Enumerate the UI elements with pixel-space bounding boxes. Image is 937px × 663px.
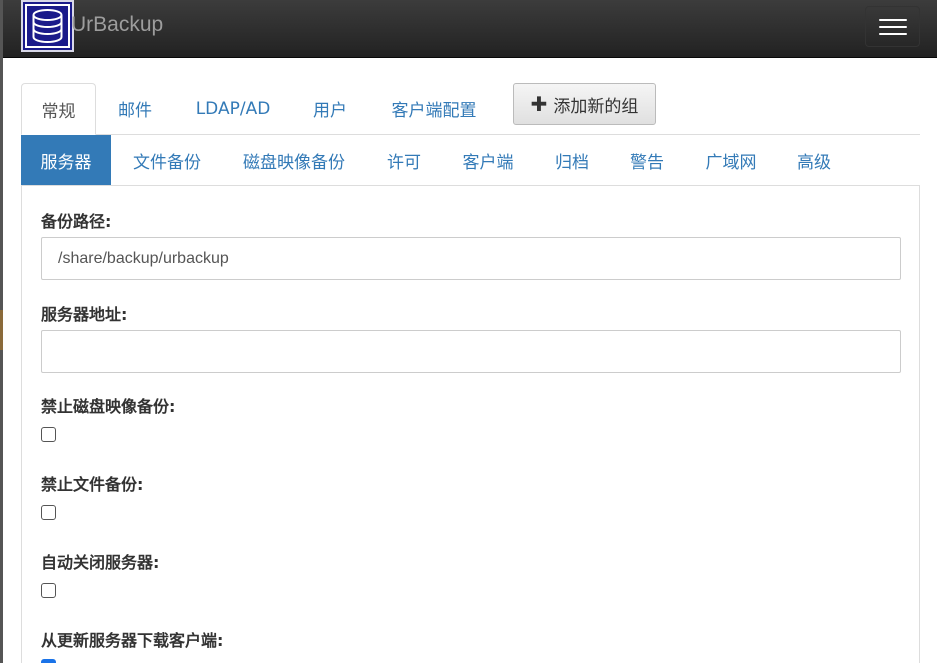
tab-label: 常规 (41, 101, 76, 122)
tab-label: 客户端配置 (391, 101, 477, 121)
tab-label: 归档 (555, 152, 589, 173)
database-icon[interactable] (21, 0, 74, 52)
backup-path-value: /share/backup/urbackup (58, 249, 229, 267)
disable-image-backup-label: 禁止磁盘映像备份: (41, 397, 176, 416)
tab-general[interactable]: 常规 (21, 83, 96, 135)
tab-wan[interactable]: 广域网 (691, 135, 771, 185)
tab-image-backup[interactable]: 磁盘映像备份 (227, 135, 361, 185)
tab-label: 邮件 (118, 101, 152, 121)
download-client-label: 从更新服务器下载客户端: (41, 631, 224, 650)
tab-label: 高级 (797, 152, 831, 173)
add-group-label: 添加新的组 (553, 96, 639, 117)
tab-label: 客户端 (462, 152, 514, 173)
tab-label: LDAP/AD (195, 98, 271, 119)
top-navbar: UrBackup (3, 0, 937, 58)
tab-client[interactable]: 客户端 (447, 135, 529, 185)
disable-file-backup-checkbox[interactable] (41, 505, 56, 520)
disable-file-backup-label: 禁止文件备份: (41, 475, 144, 494)
server-settings-panel: 备份路径: /share/backup/urbackup 服务器地址: 禁止磁盘… (21, 185, 920, 663)
server-address-input[interactable] (41, 330, 901, 373)
add-group-button[interactable]: ✚ 添加新的组 (513, 83, 656, 125)
backup-path-label: 备份路径: (41, 212, 112, 231)
tab-label: 许可 (387, 152, 421, 173)
tab-file-backup[interactable]: 文件备份 (117, 135, 217, 185)
server-address-label: 服务器地址: (41, 305, 128, 324)
settings-main-tabs: 常规 邮件 LDAP/AD 用户 客户端配置 ✚ 添加新的组 (21, 83, 920, 135)
tab-mail[interactable]: 邮件 (101, 83, 169, 134)
tab-server[interactable]: 服务器 (21, 135, 111, 185)
tab-license[interactable]: 许可 (373, 135, 435, 185)
tab-label: 服务器 (40, 152, 92, 173)
tab-users[interactable]: 用户 (297, 83, 363, 134)
tab-label: 磁盘映像备份 (243, 152, 345, 173)
tab-ldap[interactable]: LDAP/AD (181, 83, 285, 134)
server-settings-subtabs: 服务器 文件备份 磁盘映像备份 许可 客户端 归档 警告 广域网 高级 (21, 135, 920, 185)
tab-label: 警告 (630, 152, 664, 173)
tab-label: 文件备份 (133, 152, 201, 173)
tab-label: 用户 (313, 101, 347, 121)
tab-client-config[interactable]: 客户端配置 (375, 83, 493, 134)
tab-advanced[interactable]: 高级 (783, 135, 845, 185)
plus-icon: ✚ (530, 92, 548, 116)
backup-path-input[interactable]: /share/backup/urbackup (41, 237, 901, 280)
hamburger-menu-icon[interactable] (865, 6, 920, 47)
tab-alerts[interactable]: 警告 (615, 135, 679, 185)
tab-archive[interactable]: 归档 (541, 135, 603, 185)
download-client-checkbox[interactable] (41, 659, 56, 663)
brand-title[interactable]: UrBackup (71, 13, 163, 37)
window-left-edge (0, 0, 3, 663)
disable-image-backup-checkbox[interactable] (41, 427, 56, 442)
tab-label: 广域网 (705, 152, 757, 173)
auto-shutdown-server-label: 自动关闭服务器: (41, 553, 160, 572)
auto-shutdown-server-checkbox[interactable] (41, 583, 56, 598)
